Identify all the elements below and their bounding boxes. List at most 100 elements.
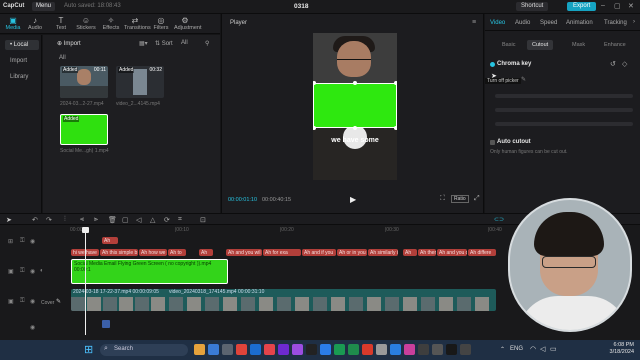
tool-tab-audio[interactable]: ♪ Audio <box>24 16 46 31</box>
text-clip[interactable]: Ah how we <box>139 249 167 256</box>
tool-tab-stickers[interactable]: ☺ Stickers <box>75 16 97 31</box>
fit-icon[interactable]: ⊡ <box>200 216 206 224</box>
text-clip[interactable]: Ah and you c <box>437 249 467 256</box>
undo-icon[interactable]: ↶ <box>32 216 38 224</box>
tray-chevron-icon[interactable]: ⌃ <box>500 346 505 353</box>
auto-cutout-checkbox[interactable] <box>490 140 495 145</box>
redo-icon[interactable]: ↷ <box>46 216 52 224</box>
ratio-button[interactable]: Ratio <box>451 195 469 203</box>
tool-tab-text[interactable]: T Text <box>50 16 72 31</box>
text-clip[interactable]: Ah to <box>168 249 186 256</box>
sort-button[interactable]: ⇅ Sort <box>155 40 173 47</box>
eye-icon[interactable]: ◉ <box>30 268 35 275</box>
view-toggle-icon[interactable]: ▦▾ <box>139 40 148 47</box>
track-lock-icon[interactable]: ⊞ <box>8 238 13 245</box>
taskbar-app-icon[interactable] <box>432 344 443 355</box>
text-clip[interactable]: Ah and you wil <box>226 249 262 256</box>
volume-icon[interactable]: ◁ <box>540 345 545 353</box>
media-item-3[interactable]: Added <box>60 114 108 145</box>
intensity-slider[interactable] <box>495 94 633 98</box>
more-tabs-icon[interactable]: › <box>633 19 635 25</box>
text-clip[interactable]: Ah similarly if I'm <box>368 249 398 256</box>
language-indicator[interactable]: ENG <box>510 346 523 352</box>
taskbar-app-icon[interactable] <box>404 344 415 355</box>
mirror-icon[interactable]: △ <box>150 216 155 224</box>
edge-slider[interactable] <box>495 122 633 126</box>
text-clip[interactable]: Ah ther <box>418 249 436 256</box>
import-button[interactable]: ⊕ Import <box>57 40 81 47</box>
taskbar-app-icon[interactable] <box>320 344 331 355</box>
taskbar-app-icon[interactable] <box>418 344 429 355</box>
split-left-icon[interactable]: ⫷ <box>80 216 84 224</box>
filter-dropdown[interactable]: All <box>181 40 188 46</box>
playhead-knob[interactable] <box>82 227 89 233</box>
lock-icon[interactable]: ⚿ <box>20 268 25 275</box>
main-video-clip[interactable]: 2024-03-18 17-22-37.mp4 00:00:09:05 vide… <box>71 289 496 311</box>
taskbar-app-icon[interactable] <box>306 344 317 355</box>
menu-button[interactable]: Menu <box>32 2 56 11</box>
play-icon[interactable]: ▶ <box>350 195 356 204</box>
shortcut-button[interactable]: Shortcut <box>516 2 549 11</box>
text-clip[interactable]: Ah or in you <box>337 249 367 256</box>
subtab-basic[interactable]: Basic <box>497 40 520 50</box>
text-clip[interactable]: Ah differe <box>468 249 496 256</box>
taskbar-app-icon[interactable] <box>376 344 387 355</box>
audio-icon[interactable]: ◉ <box>30 324 35 331</box>
taskbar-clock[interactable]: 6:08 PM 3/18/2024 <box>610 342 634 356</box>
taskbar-app-icon[interactable] <box>250 344 261 355</box>
cover-label[interactable]: Cover <box>41 300 54 306</box>
taskbar-app-icon[interactable] <box>278 344 289 355</box>
subtab-cutout[interactable]: Cutout <box>527 40 554 50</box>
tool-tab-effects[interactable]: ✧ Effects <box>100 16 122 31</box>
tool-tab-transitions[interactable]: ⇄ Transitions <box>124 16 151 31</box>
taskbar-search[interactable]: ⌕ Search <box>100 344 188 356</box>
rotate-icon[interactable]: ⟳ <box>164 216 170 224</box>
crop-icon[interactable]: ⌗ <box>178 216 182 224</box>
taskbar-app-icon[interactable] <box>334 344 345 355</box>
tab-audio[interactable]: Audio <box>515 20 530 26</box>
project-name[interactable]: 0318 <box>294 3 308 10</box>
taskbar-app-icon[interactable] <box>194 344 205 355</box>
taskbar-app-icon[interactable] <box>446 344 457 355</box>
maximize-icon[interactable]: ▢ <box>614 2 621 10</box>
tab-animation[interactable]: Animation <box>566 20 593 26</box>
color-picker-icon[interactable]: ✎ <box>521 76 526 83</box>
sidebar-item-local[interactable]: • Local <box>5 40 39 50</box>
resize-handle[interactable] <box>353 126 357 130</box>
export-button[interactable]: Export <box>567 2 597 11</box>
split-icon[interactable]: ⫶ <box>64 216 66 224</box>
freeze-icon[interactable]: ▢ <box>122 216 129 224</box>
close-icon[interactable]: ✕ <box>628 2 634 10</box>
eye-icon[interactable]: ◉ <box>30 238 35 245</box>
delete-icon[interactable]: 🗑 <box>108 216 117 224</box>
taskbar-app-icon[interactable] <box>264 344 275 355</box>
shadow-slider[interactable] <box>495 108 633 112</box>
sidebar-item-library[interactable]: Library <box>5 72 39 82</box>
wifi-icon[interactable]: ◠ <box>530 345 536 353</box>
taskbar-app-icon[interactable] <box>362 344 373 355</box>
tab-video[interactable]: Video <box>490 20 505 26</box>
reset-icon[interactable]: ↺ <box>610 60 616 68</box>
taskbar-app-icon[interactable] <box>208 344 219 355</box>
resize-handle[interactable] <box>394 81 397 85</box>
filter-icon[interactable]: ⚲ <box>205 40 209 47</box>
fullscreen-icon[interactable]: ⤢ <box>474 195 480 203</box>
top-text-clip[interactable]: Ah <box>102 237 118 244</box>
lock-icon[interactable]: ⚿ <box>20 298 25 305</box>
reverse-icon[interactable]: ◁ <box>136 216 141 224</box>
video-preview[interactable]: we have some <box>313 33 397 180</box>
more-menu-icon[interactable]: ≡ <box>472 19 476 26</box>
green-screen-overlay[interactable] <box>313 83 397 128</box>
fullscreen-preview-icon[interactable]: ⛶ <box>440 195 445 203</box>
playhead[interactable] <box>82 227 89 335</box>
lock-icon[interactable]: ⚿ <box>20 238 25 245</box>
audio-icon[interactable]: ◐ <box>40 268 44 274</box>
taskbar-app-icon[interactable] <box>348 344 359 355</box>
green-screen-clip[interactable]: Social Media Email Flying Green Screen (… <box>71 259 228 284</box>
windows-start-icon[interactable]: ⊞ <box>84 343 93 356</box>
tab-tracking[interactable]: Tracking <box>604 20 627 26</box>
media-item-1[interactable]: Added 00:11 <box>60 66 108 98</box>
subtab-mask[interactable]: Mask <box>567 40 590 50</box>
taskbar-app-icon[interactable] <box>292 344 303 355</box>
subtab-enhance[interactable]: Enhance <box>599 40 631 50</box>
